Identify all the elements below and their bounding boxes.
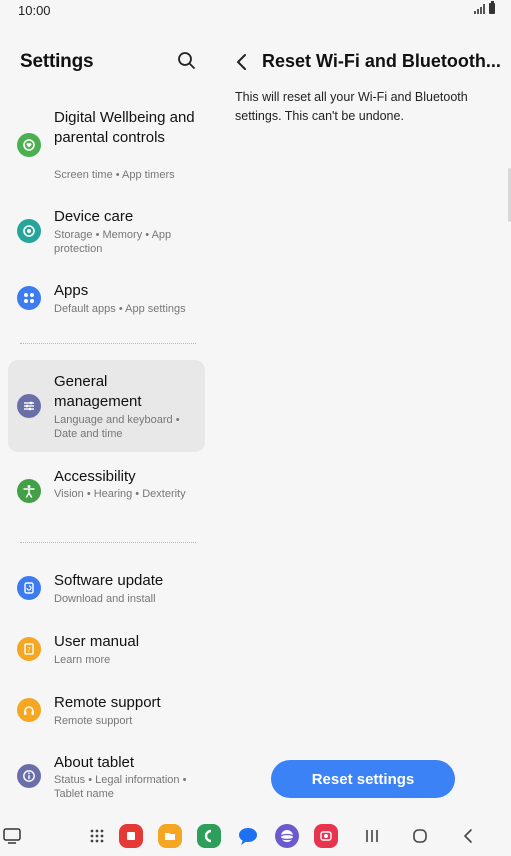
settings-item-device-care[interactable]: Device care Storage • Memory • App prote… bbox=[8, 204, 205, 260]
nav-back-button[interactable] bbox=[456, 824, 480, 848]
settings-item-title: Digital Wellbeing and parental controls bbox=[54, 109, 195, 146]
detail-pane: Reset Wi-Fi and Bluetooth... This will r… bbox=[215, 22, 511, 812]
all-apps-button[interactable] bbox=[85, 824, 109, 848]
navigation-bar bbox=[0, 816, 511, 856]
desktop-icon bbox=[3, 828, 21, 844]
home-icon bbox=[413, 829, 427, 843]
settings-item-subtitle: Remote support bbox=[54, 715, 133, 727]
camera-app-icon[interactable] bbox=[314, 824, 338, 848]
settings-item-subtitle: Language and keyboard • Date and time bbox=[54, 414, 180, 440]
settings-item-title: Accessibility bbox=[54, 468, 136, 485]
settings-item-subtitle: Learn more bbox=[54, 654, 111, 666]
apps-icon bbox=[17, 286, 41, 310]
settings-item-subtitle: Status • Legal information • Tablet name bbox=[54, 774, 187, 800]
settings-item-subtitle: Vision • Hearing • Dexterity bbox=[54, 488, 186, 500]
search-icon bbox=[178, 52, 195, 69]
user-manual-icon: ? bbox=[17, 637, 41, 661]
my-files-app-icon[interactable] bbox=[158, 824, 182, 848]
settings-item-title: Software update bbox=[54, 572, 164, 589]
internet-app-icon[interactable] bbox=[275, 824, 299, 848]
settings-item-title: General management bbox=[54, 373, 142, 410]
settings-item-title: About tablet bbox=[54, 754, 135, 771]
settings-item-digital-wellbeing[interactable]: Digital Wellbeing and parental controls … bbox=[8, 104, 205, 186]
general-management-icon bbox=[17, 394, 41, 418]
search-button[interactable] bbox=[176, 50, 198, 72]
messages-app-icon[interactable] bbox=[236, 824, 260, 848]
settings-item-subtitle: Screen time • App timers bbox=[54, 169, 175, 181]
section-divider bbox=[20, 343, 196, 344]
settings-item-title: User manual bbox=[54, 633, 140, 650]
settings-item-subtitle: Default apps • App settings bbox=[54, 303, 186, 315]
recent-apps-button[interactable] bbox=[360, 824, 384, 848]
phone-app-icon[interactable] bbox=[197, 824, 221, 848]
signal-icon bbox=[474, 4, 486, 14]
settings-title: Settings bbox=[20, 51, 94, 72]
settings-item-software-update[interactable]: Software update Download and install bbox=[8, 570, 205, 610]
svg-text:?: ? bbox=[27, 646, 31, 654]
settings-item-general-management[interactable]: General management Language and keyboard… bbox=[8, 360, 205, 452]
settings-item-title: Remote support bbox=[54, 694, 161, 711]
chevron-left-icon bbox=[237, 54, 246, 70]
about-tablet-icon bbox=[17, 764, 41, 788]
settings-item-apps[interactable]: Apps Default apps • App settings bbox=[8, 278, 205, 322]
settings-item-user-manual[interactable]: ? User manual Learn more bbox=[8, 631, 205, 671]
battery-icon bbox=[489, 1, 495, 14]
remote-support-icon bbox=[17, 698, 41, 722]
recent-apps-icon bbox=[366, 830, 378, 842]
device-care-icon bbox=[17, 219, 41, 243]
taskbar-toggle-button[interactable] bbox=[0, 824, 24, 848]
settings-item-about-tablet[interactable]: About tablet Status • Legal information … bbox=[8, 752, 205, 808]
page-title: Reset Wi-Fi and Bluetooth... bbox=[262, 51, 501, 71]
reset-description: This will reset all your Wi-Fi and Bluet… bbox=[235, 90, 468, 123]
settings-item-subtitle: Download and install bbox=[54, 593, 156, 605]
status-bar: 10:00 bbox=[0, 0, 511, 22]
back-button[interactable] bbox=[233, 52, 251, 72]
settings-item-title: Device care bbox=[54, 208, 134, 225]
status-icons bbox=[474, 1, 495, 14]
reset-settings-button[interactable]: Reset settings bbox=[271, 760, 455, 798]
settings-list-pane: Settings Digital Wellbeing and parental … bbox=[0, 22, 215, 812]
section-divider bbox=[20, 542, 196, 543]
back-icon bbox=[464, 829, 472, 843]
software-update-icon bbox=[17, 576, 41, 600]
settings-item-title: Apps bbox=[54, 282, 89, 299]
settings-item-remote-support[interactable]: Remote support Remote support bbox=[8, 692, 205, 732]
settings-item-accessibility[interactable]: Accessibility Vision • Hearing • Dexteri… bbox=[8, 465, 205, 521]
digital-wellbeing-icon bbox=[17, 133, 41, 157]
notes-app-icon[interactable] bbox=[119, 824, 143, 848]
app-grid-icon bbox=[90, 829, 104, 843]
accessibility-icon bbox=[17, 479, 41, 503]
settings-item-subtitle: Storage • Memory • App protection bbox=[54, 229, 172, 255]
status-time: 10:00 bbox=[18, 3, 51, 18]
home-button[interactable] bbox=[408, 824, 432, 848]
